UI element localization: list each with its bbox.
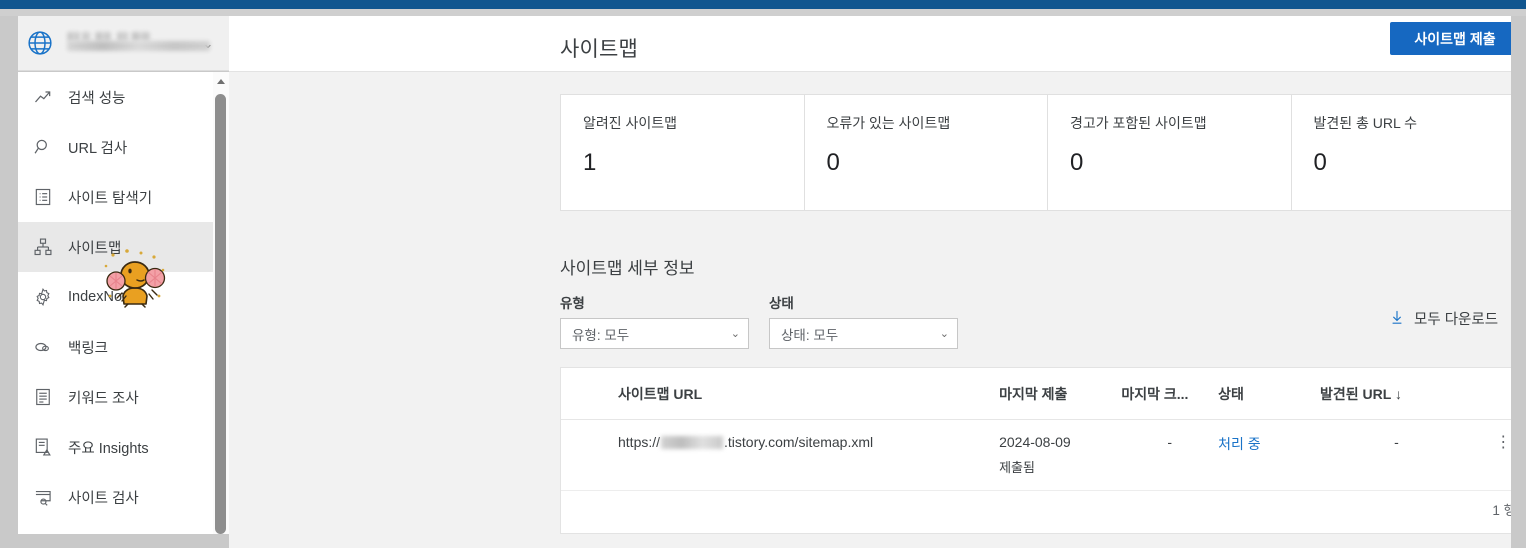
kebab-menu-icon[interactable]: ⋮ (1495, 434, 1511, 451)
stat-card-sitemaps-with-errors: 오류가 있는 사이트맵 0 (805, 95, 1048, 210)
site-selector[interactable]: ⌄ (18, 16, 229, 71)
stat-label: 오류가 있는 사이트맵 (826, 115, 951, 131)
chevron-down-icon: ⌄ (939, 328, 949, 340)
sidebar: ⌄ 검색 성능 URL 검사 (0, 16, 229, 548)
sidebar-icon-gutter (0, 72, 18, 534)
chevron-down-icon: ⌄ (730, 328, 740, 340)
sidebar-scrollbar-thumb[interactable] (215, 94, 226, 534)
url-masked-segment (661, 435, 724, 449)
stats-cards: 알려진 사이트맵 1 오류가 있는 사이트맵 0 경고가 포함된 사이트맵 0 … (560, 94, 1526, 211)
cell-sitemap-url[interactable]: https:// .tistory.com/sitemap.xml (561, 419, 1000, 491)
cell-last-submitted: 2024-08-09 제출됨 (999, 419, 1122, 491)
filter-type-label: 유형 (560, 296, 585, 311)
stat-card-known-sitemaps: 알려진 사이트맵 1 (561, 95, 805, 210)
stat-card-sitemaps-with-warnings: 경고가 포함된 사이트맵 0 (1048, 95, 1292, 210)
document-text-icon (28, 387, 58, 407)
sidebar-item-top-insights[interactable]: 주요 Insights (18, 422, 213, 472)
search-icon (28, 137, 58, 157)
filter-status-label: 상태 (769, 296, 794, 311)
main-content: 사이트맵 사이트맵 제출 알려진 사이트맵 1 오류가 있는 사이트맵 0 경고… (229, 16, 1526, 548)
column-header-last-size[interactable]: 마지막 크... (1121, 368, 1219, 420)
sidebar-item-label: IndexNow (68, 289, 133, 305)
sidebar-item-label: URL 검사 (68, 140, 128, 157)
filters: 유형 유형: 모두 ⌄ 상태 상태: 모두 ⌄ (560, 292, 958, 349)
stat-value: 0 (826, 149, 840, 176)
site-name-masked (67, 30, 210, 56)
sidebar-item-label: 사이트 검사 (68, 490, 139, 507)
filter-type-select[interactable]: 유형: 모두 ⌄ (560, 318, 749, 349)
stat-value: 0 (1313, 149, 1327, 176)
download-icon (1389, 309, 1405, 329)
link-icon (28, 337, 58, 357)
sidebar-item-label: 사이트맵 (68, 240, 122, 257)
url-prefix: https:// (618, 434, 661, 450)
sidebar-nav: 검색 성능 URL 검사 사이트 탐색기 사이트맵 IndexNow 백링크 키… (18, 72, 213, 534)
gear-icon (28, 287, 58, 307)
clipboard-list-icon (28, 187, 58, 207)
stat-label: 알려진 사이트맵 (583, 115, 678, 131)
app-root: ⌄ 검색 성능 URL 검사 (0, 0, 1526, 548)
sidebar-item-keyword-research[interactable]: 키워드 조사 (18, 372, 213, 422)
sidebar-item-site-explorer[interactable]: 사이트 탐색기 (18, 172, 213, 222)
sidebar-item-label: 주요 Insights (68, 440, 149, 457)
sitemaps-table-card: 사이트맵 URL 마지막 제출 마지막 크... 상태 발견된 URL ↓ ht… (560, 367, 1526, 534)
sidebar-item-url-inspection[interactable]: URL 검사 (18, 122, 213, 172)
filter-status-select[interactable]: 상태: 모두 ⌄ (769, 318, 958, 349)
stat-label: 발견된 총 URL 수 (1313, 115, 1418, 131)
download-all-button[interactable]: 모두 다운로드 (1389, 308, 1498, 329)
scroll-up-arrow-icon[interactable] (213, 74, 229, 88)
filter-type-value: 유형: 모두 (572, 327, 630, 343)
sidebar-item-sitemaps[interactable]: 사이트맵 (18, 222, 213, 272)
site-scan-icon (28, 487, 58, 507)
filter-status: 상태 상태: 모두 ⌄ (769, 292, 958, 349)
sidebar-item-label: 사이트 탐색기 (68, 190, 153, 207)
filter-type: 유형 유형: 모두 ⌄ (560, 292, 749, 349)
column-header-status[interactable]: 상태 (1218, 368, 1320, 420)
stat-value: 0 (1070, 149, 1084, 176)
page-header: 사이트맵 사이트맵 제출 (229, 16, 1520, 72)
download-all-label: 모두 다운로드 (1414, 312, 1499, 328)
last-submitted-note: 제출됨 (999, 460, 1035, 475)
sitemap-icon (28, 237, 58, 257)
page-title: 사이트맵 (560, 38, 639, 61)
sidebar-item-label: 백링크 (68, 340, 109, 357)
url-suffix: .tistory.com/sitemap.xml (724, 434, 874, 450)
stat-value: 1 (583, 149, 597, 176)
filter-status-value: 상태: 모두 (781, 327, 839, 343)
insights-icon (28, 437, 58, 457)
browser-title-bar (0, 0, 1526, 9)
submit-sitemap-button[interactable]: 사이트맵 제출 (1390, 22, 1520, 55)
sidebar-item-label: 검색 성능 (68, 90, 126, 107)
sidebar-item-site-scan[interactable]: 사이트 검사 (18, 472, 213, 522)
globe-icon (28, 31, 52, 55)
column-header-last-submitted[interactable]: 마지막 제출 (999, 368, 1122, 420)
last-submitted-date: 2024-08-09 (999, 434, 1071, 450)
sidebar-item-backlinks[interactable]: 백링크 (18, 322, 213, 372)
cell-last-size: - (1121, 419, 1219, 491)
trending-up-icon (28, 87, 58, 107)
stat-card-total-urls-discovered: 발견된 총 URL 수 0 (1292, 95, 1526, 210)
cell-status: 처리 중 (1218, 419, 1320, 491)
sitemaps-table: 사이트맵 URL 마지막 제출 마지막 크... 상태 발견된 URL ↓ ht… (561, 368, 1526, 491)
cell-discovered-urls: - (1320, 419, 1473, 491)
stat-label: 경고가 포함된 사이트맵 (1070, 115, 1207, 131)
page-scrollbar-area[interactable] (1511, 16, 1526, 548)
column-header-sitemap-url[interactable]: 사이트맵 URL (561, 368, 1000, 420)
browser-toolbar-strip (0, 9, 1526, 16)
status-badge[interactable]: 처리 중 (1218, 436, 1261, 452)
column-header-discovered-urls[interactable]: 발견된 URL ↓ (1320, 368, 1473, 420)
sidebar-item-indexnow[interactable]: IndexNow (18, 272, 213, 322)
sitemap-details-title: 사이트맵 세부 정보 (560, 259, 695, 278)
table-row[interactable]: https:// .tistory.com/sitemap.xml 2024-0… (561, 419, 1526, 491)
table-header-row: 사이트맵 URL 마지막 제출 마지막 크... 상태 발견된 URL ↓ (561, 368, 1526, 420)
sidebar-item-search-performance[interactable]: 검색 성능 (18, 72, 213, 122)
sidebar-item-label: 키워드 조사 (68, 390, 139, 407)
